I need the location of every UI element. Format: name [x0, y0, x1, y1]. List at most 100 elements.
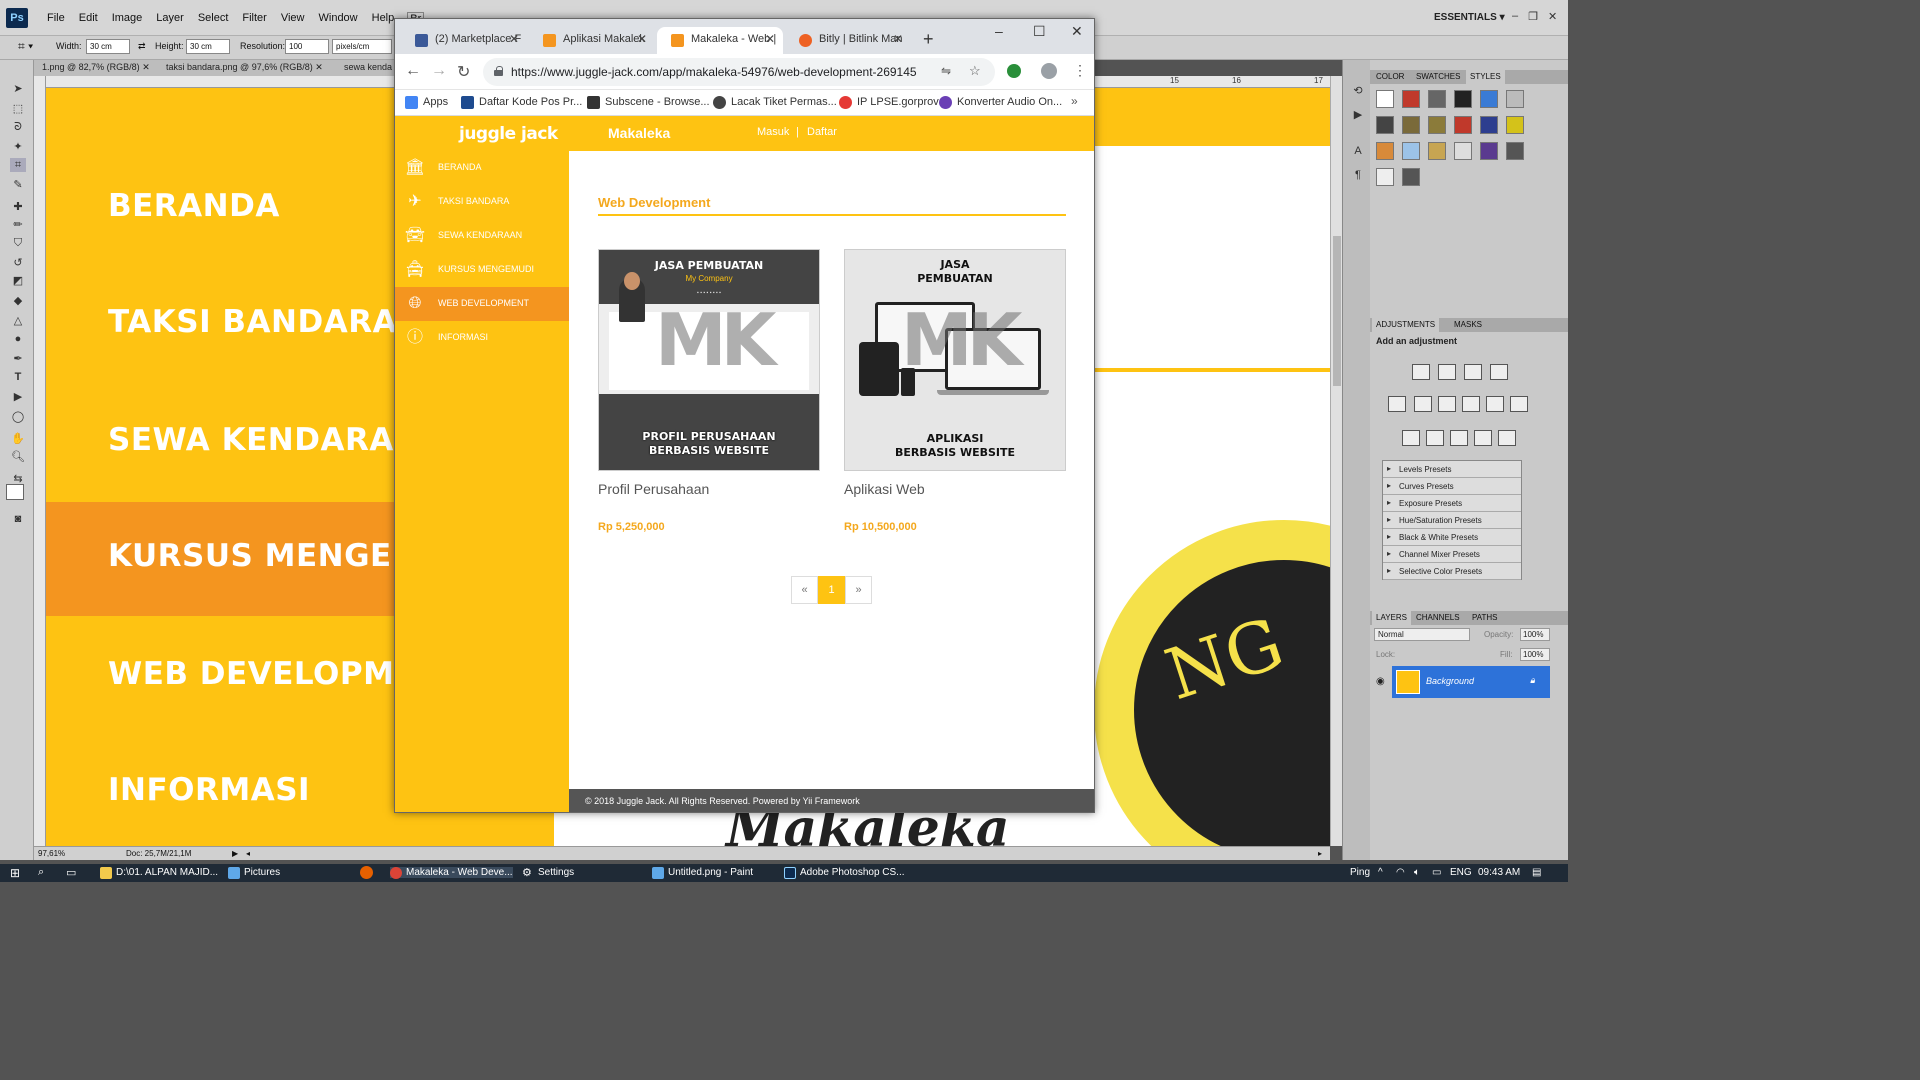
width-field[interactable]: 30 cm: [86, 39, 130, 54]
firefox-icon[interactable]: [360, 866, 373, 879]
marquee-tool-icon[interactable]: ⬚: [10, 102, 26, 116]
omnibox[interactable]: https://www.juggle-jack.com/app/makaleka…: [483, 58, 995, 86]
tab-styles[interactable]: STYLES: [1466, 70, 1505, 84]
bookmark-item[interactable]: Lacak Tiket Permas...: [713, 96, 837, 109]
status-arrow-icon[interactable]: ▶: [232, 849, 238, 858]
vibrance-icon[interactable]: [1388, 396, 1406, 412]
style-swatch[interactable]: [1480, 142, 1498, 160]
style-swatch[interactable]: [1376, 168, 1394, 186]
quick-mask-icon[interactable]: ◙: [10, 512, 26, 526]
healing-brush-icon[interactable]: ✚: [10, 200, 26, 214]
tray-battery-icon[interactable]: ▭: [1432, 867, 1441, 878]
register-link[interactable]: Daftar: [807, 126, 837, 138]
taskbar-item[interactable]: Pictures: [228, 867, 280, 879]
gradient-map-icon[interactable]: [1474, 430, 1492, 446]
style-swatch[interactable]: [1402, 168, 1420, 186]
bookmark-item[interactable]: Subscene - Browse...: [587, 96, 710, 109]
tray-chevron-icon[interactable]: ^: [1378, 867, 1383, 878]
bookmark-item[interactable]: IP LPSE.gorprov: [839, 96, 939, 109]
style-swatch[interactable]: [1376, 142, 1394, 160]
style-swatch[interactable]: [1480, 116, 1498, 134]
reload-icon[interactable]: ↻: [457, 62, 470, 82]
product-image[interactable]: JASA PEMBUATAN My Company ▪ ▪ ▪ ▪ ▪ ▪ ▪ …: [598, 249, 820, 471]
site-logo[interactable]: juggle jack: [459, 124, 558, 144]
style-swatch[interactable]: [1506, 142, 1524, 160]
brush-tool-icon[interactable]: ✏: [10, 218, 26, 232]
crop-tool-icon[interactable]: ⌗ ▾: [18, 39, 33, 54]
windows-start-icon[interactable]: ⊞: [10, 866, 20, 880]
product-card[interactable]: JASA PEMBUATAN MK APLIKASI BERBASIS WEBS…: [844, 249, 1066, 533]
shape-tool-icon[interactable]: ◯: [10, 410, 26, 424]
black-white-icon[interactable]: [1462, 396, 1480, 412]
menu-filter[interactable]: Filter: [235, 12, 273, 26]
menu-window[interactable]: Window: [312, 12, 365, 26]
bookmark-item[interactable]: Daftar Kode Pos Pr...: [461, 96, 582, 109]
tray-clock[interactable]: 09:43 AM: [1478, 867, 1520, 878]
opacity-field[interactable]: 100%: [1520, 628, 1550, 641]
menu-select[interactable]: Select: [191, 12, 236, 26]
taskbar-item[interactable]: D:\01. ALPAN MAJID...: [100, 867, 218, 879]
tab-swatches[interactable]: SWATCHES: [1416, 72, 1460, 81]
tab-color[interactable]: COLOR: [1376, 72, 1404, 81]
workspace-switcher[interactable]: ESSENTIALS ▾: [1434, 12, 1505, 23]
bucket-tool-icon[interactable]: ◆: [10, 294, 26, 308]
height-field[interactable]: 30 cm: [186, 39, 230, 54]
tray-wifi-icon[interactable]: ◠: [1396, 867, 1405, 878]
type-tool-icon[interactable]: T: [10, 370, 26, 384]
close-tab-icon[interactable]: ✕: [893, 32, 903, 46]
path-select-icon[interactable]: ▶: [10, 390, 26, 404]
notifications-icon[interactable]: ▤: [1532, 867, 1541, 878]
lasso-tool-icon[interactable]: ᘐ: [10, 120, 26, 134]
sidebar-item-web-development[interactable]: 🌐︎ WEB DEVELOPMENT: [395, 287, 569, 321]
blend-mode-select[interactable]: Normal: [1374, 628, 1470, 641]
close-tab-icon[interactable]: ✕: [765, 32, 775, 46]
menu-edit[interactable]: Edit: [72, 12, 105, 26]
browser-tab[interactable]: (2) Marketplace F ✕: [401, 27, 527, 54]
login-link[interactable]: Masuk: [757, 126, 789, 138]
pager-next[interactable]: »: [845, 576, 872, 604]
back-icon[interactable]: ←: [405, 62, 421, 80]
paragraph-panel-icon[interactable]: ¶: [1350, 168, 1366, 182]
tab-layers[interactable]: LAYERS: [1372, 611, 1411, 625]
visibility-eye-icon[interactable]: ◉: [1376, 676, 1385, 687]
sidebar-item-beranda[interactable]: 🏛︎ BERANDA: [395, 151, 569, 185]
menu-layer[interactable]: Layer: [149, 12, 191, 26]
eyedropper-icon[interactable]: ✎: [10, 178, 26, 192]
lock-icon[interactable]: [494, 65, 503, 76]
close-icon[interactable]: ✕: [1548, 10, 1557, 23]
browser-tab-active[interactable]: Makaleka - Web | ✕: [657, 27, 783, 54]
style-swatch[interactable]: [1428, 142, 1446, 160]
more-bookmarks-icon[interactable]: »: [1071, 94, 1078, 108]
style-swatch[interactable]: [1428, 90, 1446, 108]
preset-item[interactable]: Curves Presets: [1383, 478, 1521, 495]
style-swatch[interactable]: [1428, 116, 1446, 134]
preset-item[interactable]: Levels Presets: [1383, 461, 1521, 478]
selective-color-icon[interactable]: [1498, 430, 1516, 446]
preset-item[interactable]: Selective Color Presets: [1383, 563, 1521, 580]
forward-icon[interactable]: →: [431, 62, 447, 80]
dodge-tool-icon[interactable]: ●: [10, 332, 26, 346]
doc-tab[interactable]: sewa kenda: [344, 62, 392, 72]
pen-tool-icon[interactable]: ✒: [10, 352, 26, 366]
bookmark-star-icon[interactable]: ☆: [969, 63, 981, 79]
product-name[interactable]: Profil Perusahaan: [598, 481, 820, 497]
history-panel-icon[interactable]: ⟲: [1350, 84, 1366, 98]
preset-item[interactable]: Exposure Presets: [1383, 495, 1521, 512]
zoom-tool-icon[interactable]: 🔍︎: [10, 450, 26, 464]
threshold-icon[interactable]: [1450, 430, 1468, 446]
style-swatch[interactable]: [1402, 116, 1420, 134]
brightness-icon[interactable]: [1412, 364, 1430, 380]
scroll-left-icon[interactable]: ◂: [246, 849, 250, 858]
close-tab-icon[interactable]: ✕: [637, 32, 647, 46]
menu-image[interactable]: Image: [105, 12, 150, 26]
magic-wand-icon[interactable]: ✦: [10, 140, 26, 154]
menu-file[interactable]: File: [40, 12, 72, 26]
move-tool-icon[interactable]: ➤: [10, 82, 26, 96]
preset-item[interactable]: Hue/Saturation Presets: [1383, 512, 1521, 529]
tab-channels[interactable]: CHANNELS: [1416, 613, 1460, 622]
preset-item[interactable]: Channel Mixer Presets: [1383, 546, 1521, 563]
tab-masks[interactable]: MASKS: [1454, 320, 1482, 329]
taskbar-item-active[interactable]: Makaleka - Web Deve...: [390, 867, 513, 879]
resolution-field[interactable]: 100: [285, 39, 329, 54]
new-tab-button[interactable]: +: [923, 29, 934, 50]
